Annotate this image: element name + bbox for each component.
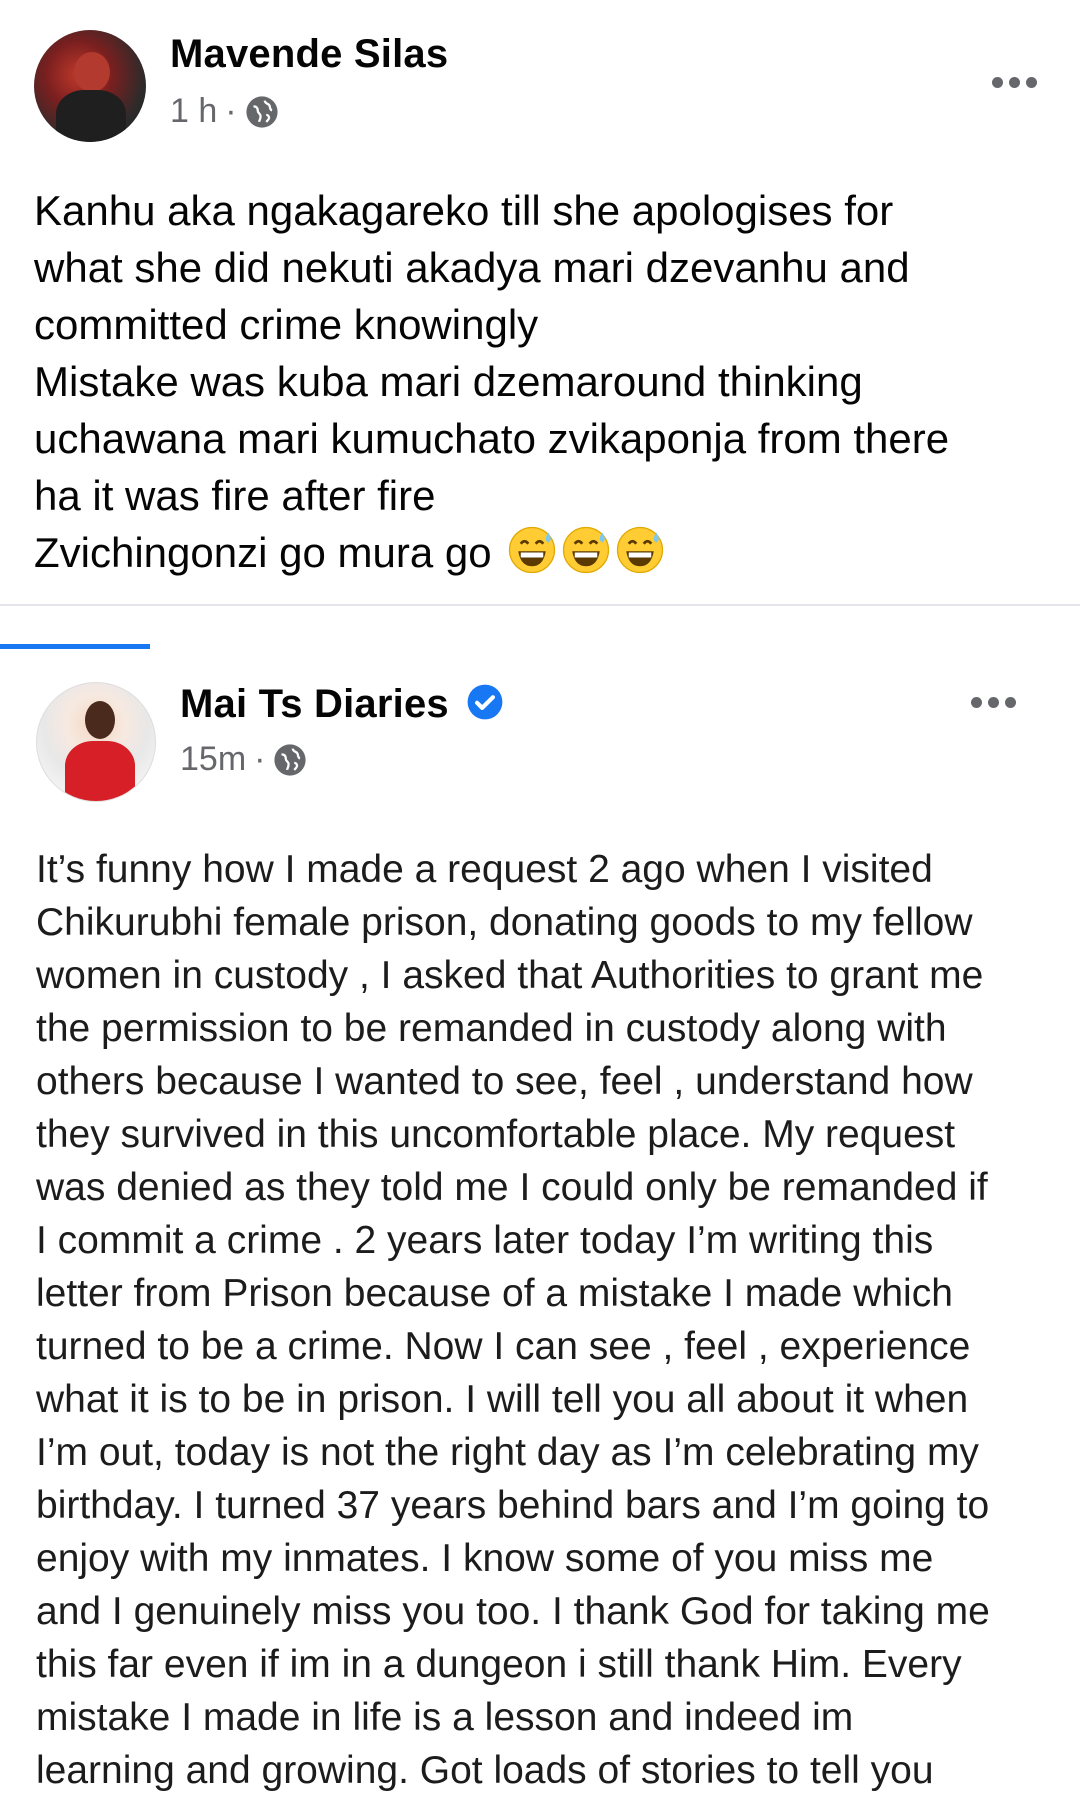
author-name-row: Mai Ts Diaries <box>180 682 504 727</box>
body-line: others because I wanted to see, feel , u… <box>36 1060 973 1103</box>
post-body: It’s funny how I made a request 2 ago wh… <box>36 843 1046 1797</box>
verified-badge-icon <box>467 685 503 720</box>
body-line: women in custody , I asked that Authorit… <box>36 954 984 997</box>
body-line: Chikurubhi female prison, donating goods… <box>36 901 973 944</box>
author-name[interactable]: Mai Ts Diaries <box>180 682 449 726</box>
body-line: this far even if im in a dungeon i still… <box>36 1643 962 1686</box>
more-options-icon[interactable] <box>971 692 1016 712</box>
body-line: they survived in this uncomfortable plac… <box>36 1113 956 1156</box>
body-line: birthday. I turned 37 years behind bars … <box>36 1484 990 1527</box>
body-line: the permission to be remanded in custody… <box>36 1007 947 1050</box>
meta-separator: · <box>254 740 266 778</box>
body-line: I commit a crime . 2 years later today I… <box>36 1219 934 1262</box>
body-line: enjoy with my inmates. I know some of yo… <box>36 1537 934 1580</box>
body-line: was denied as they told me I could only … <box>36 1166 988 1209</box>
body-line: and I genuinely miss you too. I thank Go… <box>36 1590 990 1633</box>
body-line: mistake I made in life is a lesson and i… <box>36 1696 854 1739</box>
body-line: turned to be a crime. Now I can see , fe… <box>36 1325 971 1368</box>
body-line: It’s funny how I made a request 2 ago wh… <box>36 848 933 891</box>
body-line: what it is to be in prison. I will tell … <box>36 1378 969 1421</box>
author-avatar[interactable] <box>36 682 156 802</box>
post-meta: 15m · <box>180 740 307 779</box>
post-time[interactable]: 15m <box>180 740 246 779</box>
globe-icon <box>274 743 307 776</box>
body-line: letter from Prison because of a mistake … <box>36 1272 953 1315</box>
body-line: learning and growing. Got loads of stori… <box>36 1749 934 1792</box>
post-mai-ts-diaries: Mai Ts Diaries 15m · It’s funny how I ma… <box>0 0 1080 1792</box>
body-line: I’m out, today is not the right day as I… <box>36 1431 979 1474</box>
